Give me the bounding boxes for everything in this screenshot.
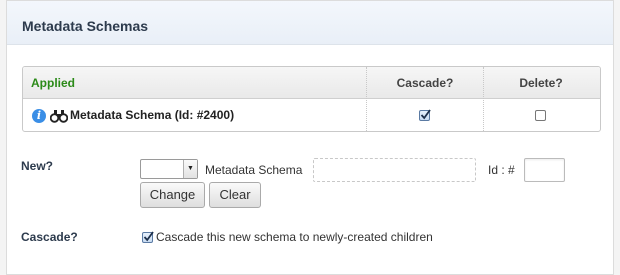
panel-header: Metadata Schemas bbox=[7, 1, 613, 45]
metadata-schema-label: Metadata Schema bbox=[205, 163, 303, 177]
cascade-checkbox[interactable] bbox=[419, 109, 431, 121]
column-header-cascade: Cascade? bbox=[396, 76, 454, 90]
delete-checkbox[interactable] bbox=[535, 110, 546, 121]
clear-button[interactable]: Clear bbox=[209, 182, 261, 208]
column-header-applied: Applied bbox=[31, 76, 75, 90]
binoculars-icon[interactable] bbox=[49, 109, 69, 123]
id-input[interactable] bbox=[524, 158, 565, 182]
table-row: i Metadata Schema (Id: #2400) bbox=[23, 99, 600, 131]
info-icon[interactable]: i bbox=[32, 109, 46, 123]
applied-schemas-table: Applied Cascade? Delete? i Metadata Sche… bbox=[22, 66, 601, 132]
panel-title: Metadata Schemas bbox=[22, 18, 149, 34]
id-label: Id : # bbox=[488, 163, 515, 177]
cascade-label: Cascade? bbox=[21, 230, 78, 244]
new-schema-select[interactable]: ▼ bbox=[140, 159, 198, 179]
column-header-delete: Delete? bbox=[519, 76, 563, 90]
metadata-schema-input[interactable] bbox=[313, 158, 476, 182]
table-header: Applied Cascade? Delete? bbox=[23, 67, 600, 99]
chevron-down-icon[interactable]: ▼ bbox=[183, 160, 197, 178]
new-schema-label: New? bbox=[21, 159, 54, 173]
schema-name: Metadata Schema (Id: #2400) bbox=[70, 108, 235, 122]
cascade-checkbox-label[interactable]: Cascade this new schema to newly-created… bbox=[156, 230, 433, 244]
cascade-new-schema-checkbox[interactable] bbox=[142, 231, 154, 243]
change-button[interactable]: Change bbox=[140, 182, 205, 208]
